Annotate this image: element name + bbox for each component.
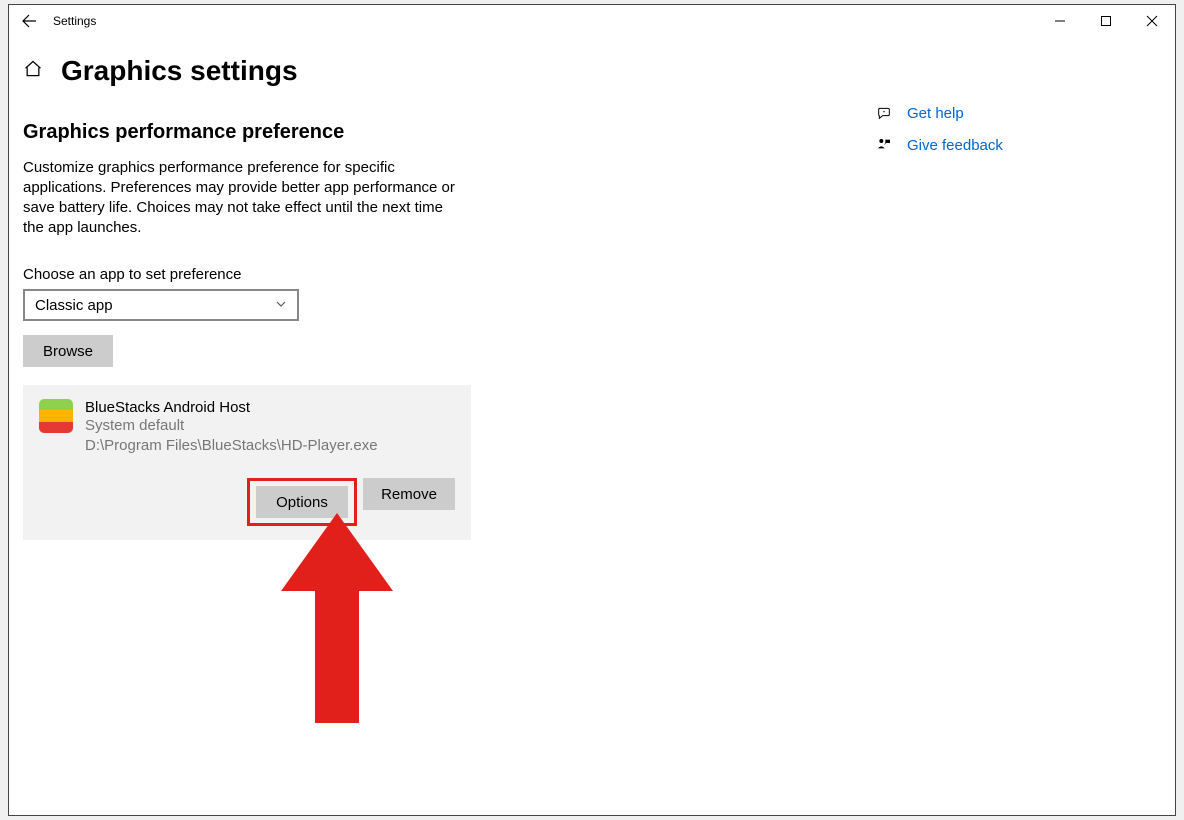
- app-card[interactable]: BlueStacks Android Host System default D…: [23, 385, 471, 540]
- section-description: Customize graphics performance preferenc…: [23, 158, 463, 238]
- home-icon[interactable]: [23, 59, 43, 84]
- feedback-icon: [875, 137, 893, 153]
- get-help-link[interactable]: Get help: [875, 97, 1135, 129]
- section-title: Graphics performance preference: [23, 121, 663, 144]
- app-path: D:\Program Files\BlueStacks\HD-Player.ex…: [85, 436, 378, 456]
- maximize-button[interactable]: [1083, 5, 1129, 37]
- app-type-select-value: Classic app: [35, 297, 113, 314]
- app-type-select[interactable]: Classic app: [23, 289, 299, 321]
- browse-button[interactable]: Browse: [23, 335, 113, 367]
- get-help-label: Get help: [907, 105, 964, 122]
- app-name: BlueStacks Android Host: [85, 399, 378, 416]
- page-title: Graphics settings: [61, 55, 298, 87]
- give-feedback-link[interactable]: Give feedback: [875, 129, 1135, 161]
- give-feedback-label: Give feedback: [907, 137, 1003, 154]
- choose-app-label: Choose an app to set preference: [23, 266, 663, 283]
- options-highlight: Options: [247, 478, 357, 526]
- chevron-down-icon: [275, 297, 287, 314]
- minimize-button[interactable]: [1037, 5, 1083, 37]
- back-button[interactable]: [17, 13, 41, 29]
- chat-icon: [875, 105, 893, 121]
- close-button[interactable]: [1129, 5, 1175, 37]
- remove-button[interactable]: Remove: [363, 478, 455, 510]
- app-icon: [39, 399, 73, 433]
- options-button[interactable]: Options: [256, 486, 348, 518]
- window-title: Settings: [53, 14, 96, 28]
- app-preference: System default: [85, 416, 378, 436]
